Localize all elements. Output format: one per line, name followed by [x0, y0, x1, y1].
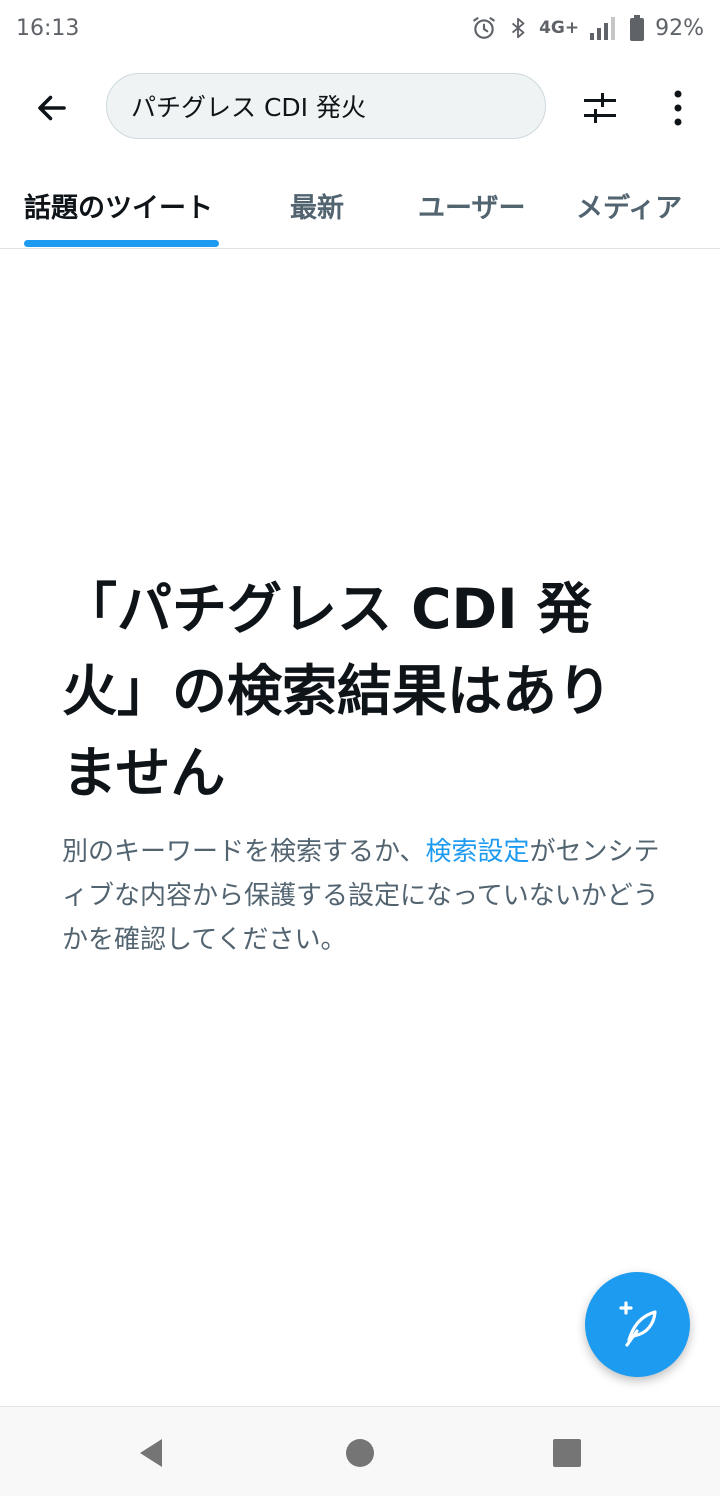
nav-home-icon: [346, 1439, 374, 1467]
bluetooth-icon: [511, 17, 525, 39]
empty-state: 「パチグレス CDI 発火」の検索結果はありません 別のキーワードを検索するか、…: [62, 568, 662, 962]
search-query-text: パチグレス CDI 発火: [131, 93, 366, 122]
system-recents-button[interactable]: [543, 1429, 591, 1477]
nav-recents-icon: [553, 1439, 581, 1467]
more-options-button[interactable]: [654, 84, 702, 132]
status-bar: 16:13 4G+ 92%: [0, 0, 720, 56]
battery-level: 92%: [655, 15, 704, 41]
status-time: 16:13: [16, 15, 80, 41]
alarm-icon: [473, 17, 495, 39]
system-back-button[interactable]: [128, 1429, 176, 1477]
active-tab-indicator: [24, 240, 219, 247]
battery-icon: [630, 15, 645, 41]
tab-latest[interactable]: 最新: [290, 186, 344, 230]
tab-top[interactable]: 話題のツイート: [24, 186, 213, 230]
screen: 16:13 4G+ 92% パチグレス CDI 発火 話題のツイート 最新 ユー…: [0, 0, 720, 1496]
empty-desc-before: 別のキーワードを検索するか、: [62, 837, 426, 867]
search-tabs: 話題のツイート 最新 ユーザー メディア: [0, 168, 720, 249]
more-vertical-icon: [674, 90, 682, 126]
status-icons: 4G+ 92%: [471, 15, 704, 41]
signal-icon: [590, 17, 616, 40]
search-input[interactable]: パチグレス CDI 発火: [106, 73, 546, 139]
tab-media[interactable]: メディア: [576, 186, 682, 230]
empty-state-title: 「パチグレス CDI 発火」の検索結果はありません: [62, 577, 613, 805]
system-home-button[interactable]: [336, 1429, 384, 1477]
filter-sliders-icon: [584, 93, 616, 123]
compose-tweet-button[interactable]: [585, 1272, 690, 1377]
back-button[interactable]: [28, 84, 76, 132]
nav-back-icon: [140, 1439, 162, 1467]
search-filter-button[interactable]: [576, 84, 624, 132]
empty-state-description: 別のキーワードを検索するか、検索設定がセンシティブな内容から保護する設定になって…: [62, 830, 662, 962]
search-settings-link[interactable]: 検索設定: [425, 837, 529, 867]
back-arrow-icon: [38, 95, 66, 121]
app-bar: パチグレス CDI 発火: [0, 64, 720, 148]
tab-people[interactable]: ユーザー: [418, 186, 525, 230]
compose-tweet-icon: [618, 1300, 657, 1347]
system-nav-bar: [0, 1406, 720, 1496]
network-label: 4G+: [539, 18, 580, 38]
